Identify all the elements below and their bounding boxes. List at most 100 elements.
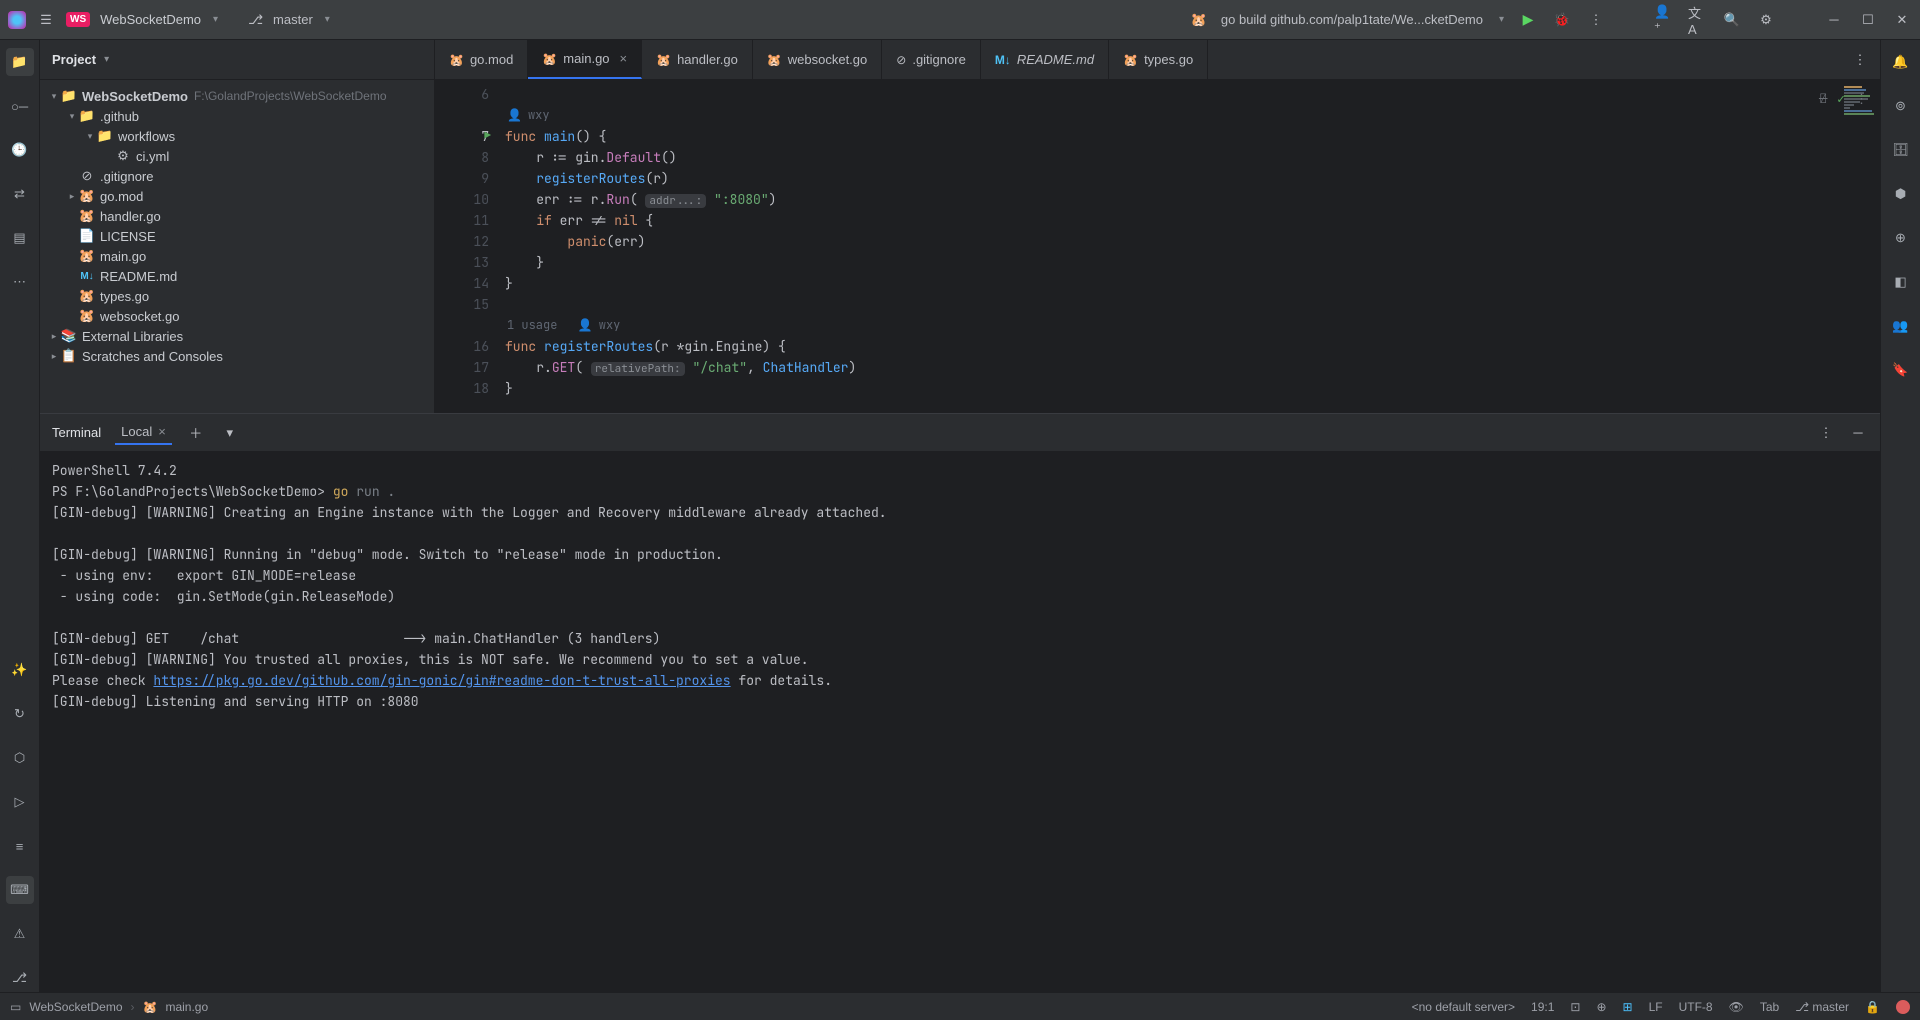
project-tool-icon[interactable]: 📁: [6, 48, 34, 76]
inspection-menu-icon[interactable]: ⋮: [1855, 88, 1868, 109]
problems-tool-icon[interactable]: ⚠: [6, 920, 34, 948]
tree-file-gomod[interactable]: ▸🐹go.mod: [40, 186, 434, 206]
run-config-label[interactable]: go build github.com/palp1tate/We...cketD…: [1221, 12, 1483, 27]
terminal-options-icon[interactable]: ⋮: [1816, 423, 1836, 443]
bookmark-icon[interactable]: 🔖: [1887, 356, 1915, 384]
tree-file-gitignore[interactable]: ⊘.gitignore: [40, 166, 434, 186]
close-tab-icon[interactable]: ×: [620, 51, 628, 66]
tab-handler[interactable]: 🐹handler.go: [642, 40, 753, 79]
codewithme-icon[interactable]: 👤⁺: [1654, 10, 1674, 30]
tree-scratches[interactable]: ▸📋Scratches and Consoles: [40, 346, 434, 366]
terminal-dropdown-icon[interactable]: ▾: [220, 423, 240, 443]
tab-gomod[interactable]: 🐹go.mod: [435, 40, 528, 79]
notifications-icon[interactable]: 🔔: [1887, 48, 1915, 76]
editor-gutter: 6 . 7▶ 8 9 10 11 12 13 14 15 . 16 17: [435, 80, 497, 413]
settings-icon[interactable]: ⚙: [1756, 10, 1776, 30]
tree-folder-workflows[interactable]: ▾📁workflows: [40, 126, 434, 146]
left-tool-rail: 📁 ○─ 🕒 ⇄ ▤ ⋯ ✨ ↻ ⬡ ▷ ≡ ⌨ ⚠ ⎇: [0, 40, 40, 992]
status-lock-icon[interactable]: 🔒: [1865, 1000, 1880, 1014]
breadcrumb-file[interactable]: main.go: [165, 1000, 208, 1014]
terminal-tab-local[interactable]: Local×: [115, 420, 172, 445]
project-name[interactable]: WebSocketDemo: [100, 12, 201, 27]
tab-main[interactable]: 🐹main.go×: [528, 40, 642, 79]
statusbar: ▭ WebSocketDemo › 🐹 main.go <no default …: [0, 992, 1920, 1020]
status-readmode-icon[interactable]: 👁: [1729, 1000, 1744, 1014]
readermode-icon[interactable]: 👁̶: [1819, 88, 1827, 109]
more-tools-icon[interactable]: ⋯: [6, 268, 34, 296]
tab-more-icon[interactable]: ⋮: [1850, 50, 1870, 70]
vcs-tool-icon[interactable]: 🕒: [6, 136, 34, 164]
commit-tool-icon[interactable]: ○─: [6, 92, 34, 120]
maven-icon[interactable]: ⬢: [1887, 180, 1915, 208]
minimap[interactable]: [1840, 80, 1880, 413]
status-windows-icon[interactable]: ⊞: [1623, 1000, 1633, 1014]
pull-requests-icon[interactable]: ⇄: [6, 180, 34, 208]
ai-assistant-icon[interactable]: ✨: [6, 656, 34, 684]
maximize-icon[interactable]: ☐: [1858, 10, 1878, 30]
editor-area: 🐹go.mod 🐹main.go× 🐹handler.go 🐹websocket…: [435, 40, 1880, 413]
build-tool-icon[interactable]: ↻: [6, 700, 34, 728]
chevron-down-icon[interactable]: ▾: [1499, 14, 1504, 25]
titlebar: ☰ WS WebSocketDemo ▾ ⎇ master ▾ 🐹 go bui…: [0, 0, 1920, 40]
chevron-down-icon[interactable]: ▾: [104, 54, 109, 65]
status-branch[interactable]: ⎇ master: [1795, 1000, 1849, 1014]
tab-types[interactable]: 🐹types.go: [1109, 40, 1208, 79]
status-indent[interactable]: Tab: [1760, 1000, 1779, 1014]
tree-folder-github[interactable]: ▾📁.github: [40, 106, 434, 126]
collaborate-icon[interactable]: 👥: [1887, 312, 1915, 340]
tab-websocket[interactable]: 🐹websocket.go: [753, 40, 882, 79]
ai-chat-icon[interactable]: ⊚: [1887, 92, 1915, 120]
status-encoding[interactable]: UTF-8: [1679, 1000, 1713, 1014]
tree-file-handler[interactable]: 🐹handler.go: [40, 206, 434, 226]
tree-external-libs[interactable]: ▸📚External Libraries: [40, 326, 434, 346]
structure-tool-icon[interactable]: ▤: [6, 224, 34, 252]
tree-file-main[interactable]: 🐹main.go: [40, 246, 434, 266]
hide-terminal-icon[interactable]: ─: [1848, 423, 1868, 443]
tab-readme[interactable]: M↓README.md: [981, 40, 1109, 79]
go-icon: 🐹: [1191, 12, 1207, 28]
terminal-tool-icon[interactable]: ⌨: [6, 876, 34, 904]
translate-icon[interactable]: 文A: [1688, 10, 1708, 30]
tree-file-license[interactable]: 📄LICENSE: [40, 226, 434, 246]
project-tree[interactable]: ▾📁WebSocketDemoF:\GolandProjects\WebSock…: [40, 80, 434, 413]
terminal-output[interactable]: PowerShell 7.4.2 PS F:\GolandProjects\We…: [40, 452, 1880, 992]
run-tool-icon[interactable]: ▷: [6, 788, 34, 816]
right-tool-rail: 🔔 ⊚ 🗄 ⬢ ⊕ ◧ 👥 🔖: [1880, 40, 1920, 992]
status-cursor-pos[interactable]: 19:1: [1531, 1000, 1554, 1014]
terminal-link[interactable]: https://pkg.go.dev/github.com/gin-gonic/…: [153, 672, 730, 689]
search-icon[interactable]: 🔍: [1722, 10, 1742, 30]
coverage-icon[interactable]: ◧: [1887, 268, 1915, 296]
tab-gitignore[interactable]: ⊘.gitignore: [882, 40, 981, 79]
code-editor[interactable]: 6 . 7▶ 8 9 10 11 12 13 14 15 . 16 17: [435, 80, 1880, 413]
status-server[interactable]: <no default server>: [1412, 1000, 1515, 1014]
database-icon[interactable]: 🗄: [1887, 136, 1915, 164]
tree-file-websocket[interactable]: 🐹websocket.go: [40, 306, 434, 326]
debug-icon[interactable]: 🐞: [1552, 10, 1572, 30]
close-icon[interactable]: ×: [158, 424, 166, 439]
tree-file-readme[interactable]: M↓README.md: [40, 266, 434, 286]
status-line-ending[interactable]: LF: [1649, 1000, 1663, 1014]
breadcrumb-project[interactable]: WebSocketDemo: [29, 1000, 122, 1014]
tree-file-types[interactable]: 🐹types.go: [40, 286, 434, 306]
status-error-indicator[interactable]: [1896, 1000, 1910, 1014]
chevron-down-icon[interactable]: ▾: [325, 14, 330, 25]
run-icon[interactable]: ▶: [1518, 10, 1538, 30]
tree-root[interactable]: ▾📁WebSocketDemoF:\GolandProjects\WebSock…: [40, 86, 434, 106]
git-tool-icon[interactable]: ⎇: [6, 964, 34, 992]
layers-tool-icon[interactable]: ≡: [6, 832, 34, 860]
more-icon[interactable]: ⋮: [1586, 10, 1606, 30]
tree-file-ci[interactable]: ⚙ci.yml: [40, 146, 434, 166]
status-icon-1[interactable]: ⊡: [1570, 1000, 1580, 1014]
add-terminal-icon[interactable]: ＋: [186, 423, 206, 443]
project-panel: Project ▾ ▾📁WebSocketDemoF:\GolandProjec…: [40, 40, 435, 413]
chevron-down-icon[interactable]: ▾: [213, 14, 218, 25]
inspection-ok-icon[interactable]: ✓: [1837, 88, 1845, 109]
close-icon[interactable]: ✕: [1892, 10, 1912, 30]
status-icon-2[interactable]: ⊕: [1596, 1000, 1606, 1014]
branch-name[interactable]: master: [273, 12, 313, 27]
minimize-icon[interactable]: ─: [1824, 10, 1844, 30]
main-menu-icon[interactable]: ☰: [36, 10, 56, 30]
services-tool-icon[interactable]: ⬡: [6, 744, 34, 772]
run-gutter-icon[interactable]: ▶: [484, 126, 491, 147]
endpoints-icon[interactable]: ⊕: [1887, 224, 1915, 252]
